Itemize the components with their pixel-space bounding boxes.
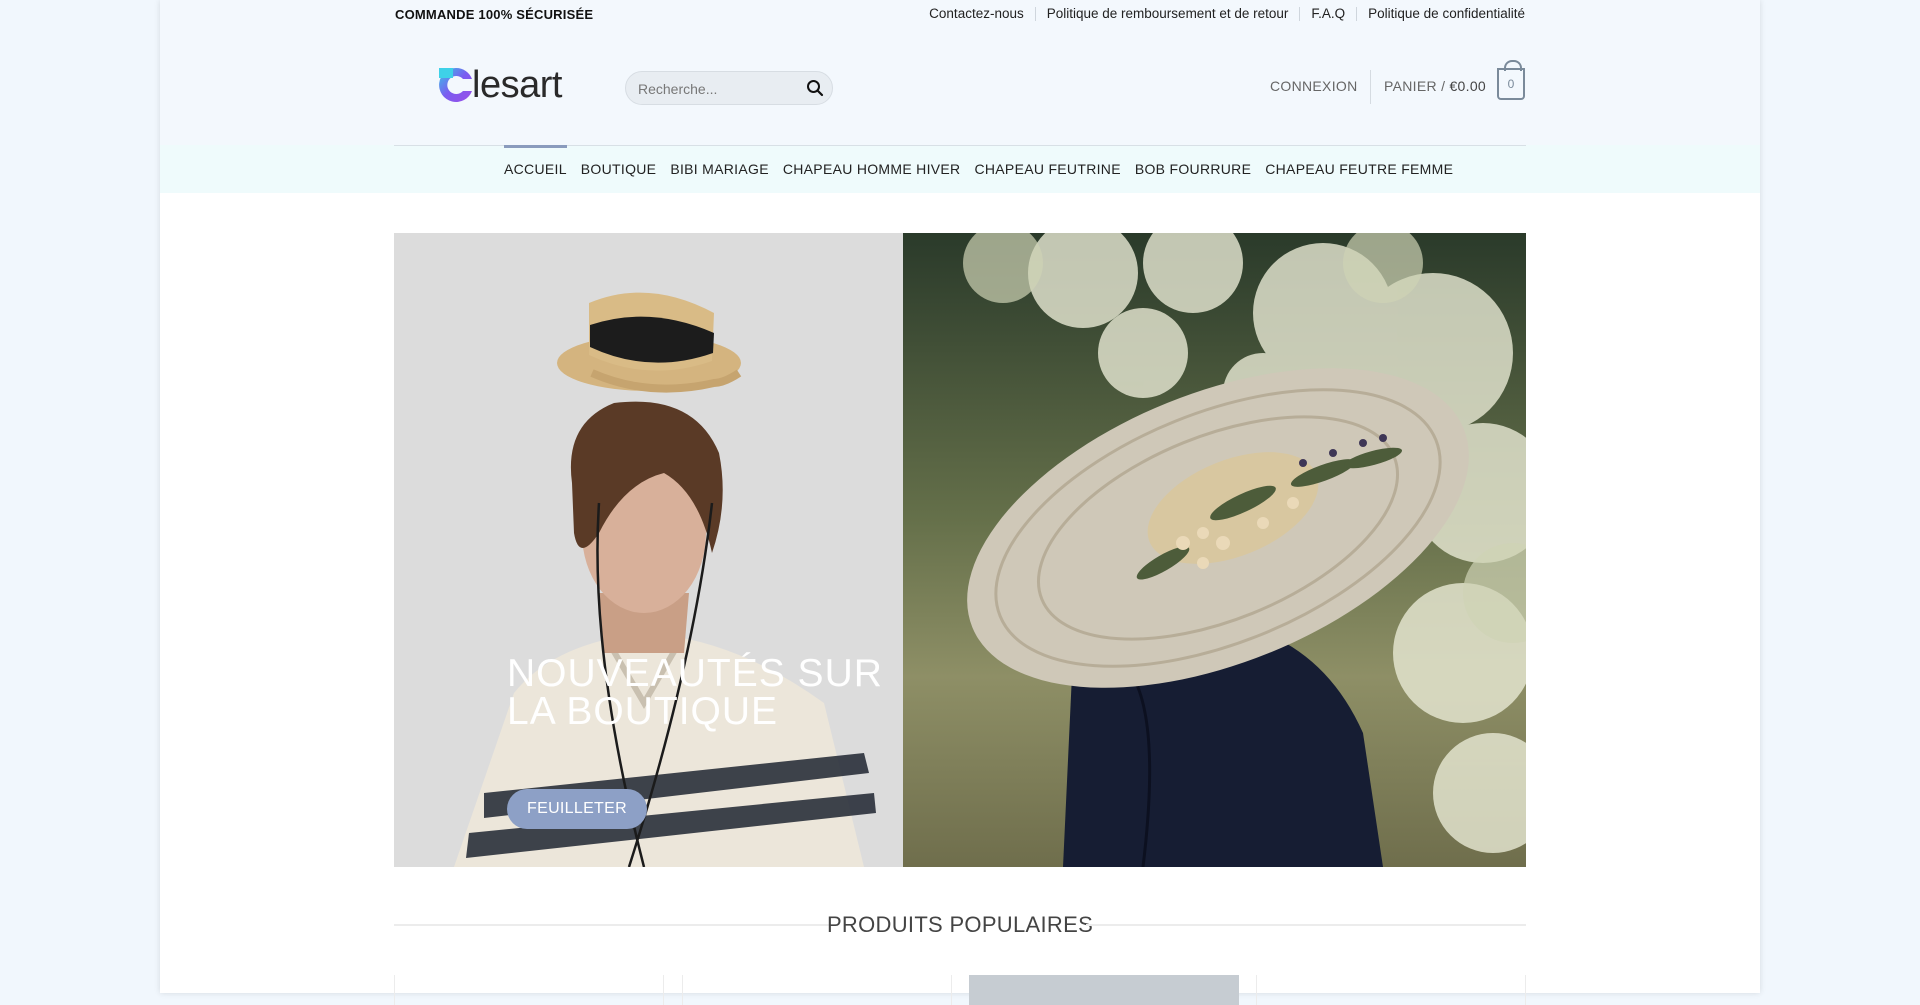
nav-item-bibi-mariage[interactable]: BIBI MARIAGE — [670, 145, 769, 193]
cart-icon[interactable]: 0 — [1497, 60, 1525, 100]
divider — [1034, 6, 1036, 21]
nav-item-bob-fourrure[interactable]: BOB FOURRURE — [1135, 145, 1251, 193]
link-refund-policy[interactable]: Politique de remboursement et de retour — [1047, 6, 1289, 21]
hero-image-man-hat — [394, 233, 903, 867]
divider — [1299, 6, 1301, 21]
main-navigation: ACCUEIL BOUTIQUE BIBI MARIAGE CHAPEAU HO… — [160, 145, 1760, 193]
hero-title: NOUVEAUTÉS SUR LA BOUTIQUE — [507, 652, 883, 733]
site-logo[interactable]: lesart — [437, 66, 562, 104]
divider — [1356, 6, 1358, 21]
link-faq[interactable]: F.A.Q — [1311, 6, 1345, 21]
popular-products-header: PRODUITS POPULAIRES — [394, 906, 1526, 946]
hero-image-woman-straw-hat — [903, 233, 1526, 867]
site-header: lesart CONNEXION PANIER / €0.00 0 — [160, 30, 1760, 145]
search-input[interactable] — [636, 72, 800, 106]
cart-label: PANIER / — [1384, 78, 1450, 94]
cart-link[interactable]: PANIER / €0.00 — [1384, 78, 1486, 94]
product-card[interactable] — [682, 975, 952, 1005]
secure-order-label: COMMANDE 100% SÉCURISÉE — [395, 7, 594, 22]
nav-item-chapeau-feutre-femme[interactable]: CHAPEAU FEUTRE FEMME — [1265, 145, 1453, 193]
search-icon[interactable] — [806, 79, 824, 97]
product-card[interactable] — [1256, 975, 1526, 1005]
search-box — [625, 71, 833, 106]
divider — [1086, 924, 1526, 926]
nav-menu: ACCUEIL BOUTIQUE BIBI MARIAGE CHAPEAU HO… — [504, 145, 1467, 193]
login-link[interactable]: CONNEXION — [1270, 78, 1358, 94]
nav-item-accueil[interactable]: ACCUEIL — [504, 145, 567, 193]
page-container: COMMANDE 100% SÉCURISÉE Contactez-nous P… — [160, 0, 1760, 1005]
browse-button[interactable]: FEUILLETER — [507, 789, 647, 829]
logo-text: lesart — [472, 64, 562, 106]
product-card[interactable] — [969, 975, 1239, 1005]
nav-item-chapeau-homme-hiver[interactable]: CHAPEAU HOMME HIVER — [783, 145, 961, 193]
logo-icon — [439, 67, 472, 102]
product-card[interactable] — [394, 975, 664, 1005]
top-links: Contactez-nous Politique de remboursemen… — [929, 6, 1525, 21]
link-privacy-policy[interactable]: Politique de confidentialité — [1368, 6, 1525, 21]
hero-banner: NOUVEAUTÉS SUR LA BOUTIQUE FEUILLETER — [394, 233, 1526, 867]
header-divider — [1370, 70, 1371, 104]
cart-amount: €0.00 — [1449, 78, 1487, 94]
nav-item-boutique[interactable]: BOUTIQUE — [581, 145, 657, 193]
cart-count: 0 — [1507, 77, 1515, 91]
top-bar: COMMANDE 100% SÉCURISÉE Contactez-nous P… — [160, 0, 1760, 30]
nav-item-chapeau-feutrine[interactable]: CHAPEAU FEUTRINE — [974, 145, 1120, 193]
link-contact[interactable]: Contactez-nous — [929, 6, 1024, 21]
